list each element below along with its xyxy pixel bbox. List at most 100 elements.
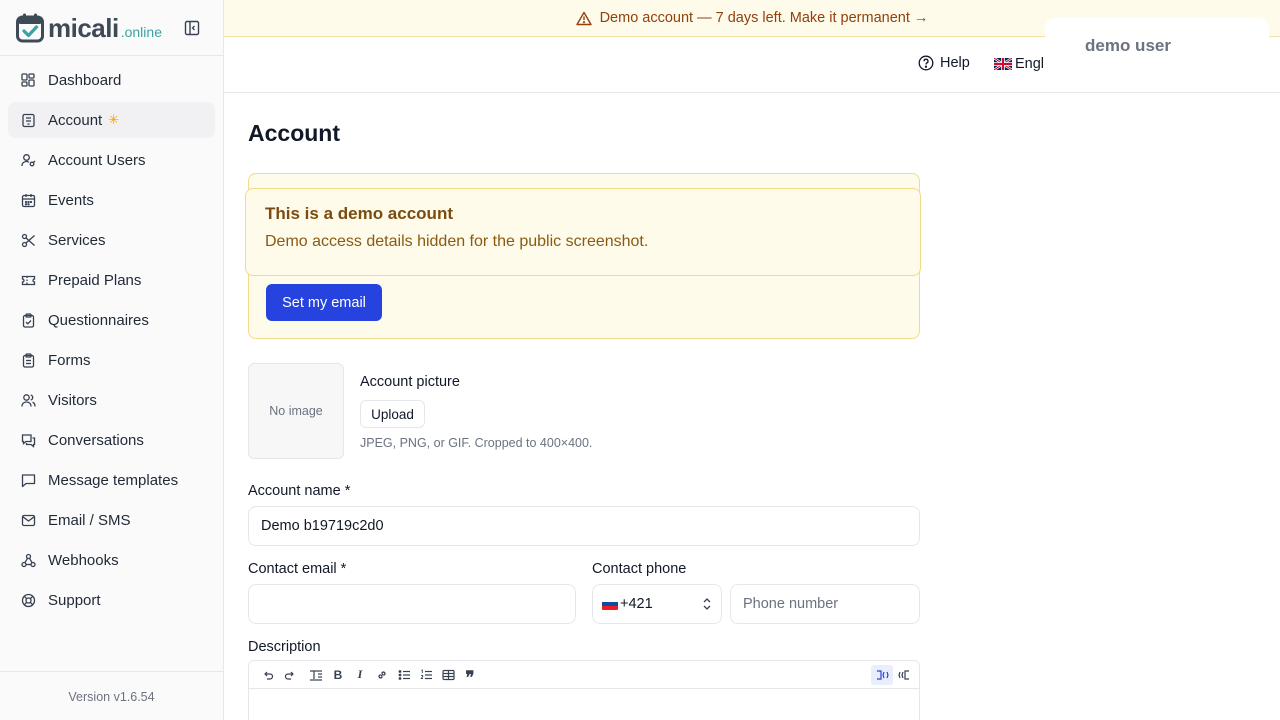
sidebar-item-prepaid-plans[interactable]: Prepaid Plans [8,262,215,298]
help-circle-icon [918,55,934,71]
slovakia-flag-icon [602,598,618,610]
sidebar-item-label: Email / SMS [48,511,131,529]
contact-phone-label: Contact phone [592,561,687,577]
sidebar-item-account[interactable]: Account ✳ [8,102,215,138]
message-square-icon [20,472,36,488]
users-icon [20,392,36,408]
uk-flag-icon [994,58,1012,70]
sidebar-item-label: Visitors [48,391,97,409]
contact-email-input[interactable] [248,584,576,624]
description-editor[interactable]: B I ❞ [248,660,920,720]
sidebar-item-webhooks[interactable]: Webhooks [8,542,215,578]
sidebar-item-visitors[interactable]: Visitors [8,382,215,418]
no-image-placeholder: No image [269,404,323,418]
building-icon [20,112,36,128]
clipboard-check-icon [20,312,36,328]
italic-icon[interactable]: I [349,665,371,685]
dashboard-icon [20,72,36,88]
sidebar-item-label: Conversations [48,431,144,449]
user-name: demo user [1085,36,1171,55]
clear-format-icon[interactable] [305,665,327,685]
sidebar-item-label: Dashboard [48,71,122,89]
link-icon[interactable] [371,665,393,685]
sidebar-item-label: Questionnaires [48,311,149,329]
collapse-sidebar-button[interactable] [181,17,203,39]
sidebar-item-questionnaires[interactable]: Questionnaires [8,302,215,338]
mail-icon [20,512,36,528]
calendar-icon [20,192,36,208]
language-selector[interactable]: Engl [994,56,1044,72]
sidebar-item-email-sms[interactable]: Email / SMS [8,502,215,538]
visual-mode-icon[interactable] [871,665,893,685]
set-my-email-button[interactable]: Set my email [266,284,382,321]
editor-toolbar: B I ❞ [249,661,919,689]
sidebar-item-label: Forms [48,351,91,369]
help-label: Help [940,55,970,71]
bold-icon[interactable]: B [327,665,349,685]
sidebar-item-label: Events [48,191,94,209]
banner-text: Demo account — 7 days left. Make it perm… [599,10,929,26]
sidebar-item-services[interactable]: Services [8,222,215,258]
messages-icon [20,432,36,448]
sidebar-divider [0,55,223,56]
sidebar-item-label: Webhooks [48,551,119,569]
account-picture-preview: No image [248,363,344,459]
account-name-label: Account name * [248,483,351,499]
page-title: Account [248,120,340,146]
panel-left-icon [184,20,200,36]
sidebar-item-label: Account [48,111,103,129]
country-code-select[interactable]: +421 [592,584,722,624]
help-link[interactable]: Help [918,55,970,71]
phone-number-input[interactable] [730,584,920,624]
sidebar-item-forms[interactable]: Forms [8,342,215,378]
lifebuoy-icon [20,592,36,608]
quote-icon[interactable]: ❞ [459,665,481,688]
description-label: Description [248,639,321,655]
scissors-icon [20,232,36,248]
calendar-check-logo-icon [16,13,44,43]
sidebar-item-support[interactable]: Support [8,582,215,618]
chevrons-up-down-icon [703,598,711,610]
app-version: Version v1.6.54 [68,690,155,704]
account-name-input[interactable] [248,506,920,546]
picture-hint: JPEG, PNG, or GIF. Cropped to 400×400. [360,436,593,450]
undo-icon[interactable] [257,665,279,685]
brand-name: micali [48,13,119,43]
brand-tld: .online [120,24,162,40]
warning-triangle-icon [575,11,592,26]
language-label: Engl [1015,56,1045,72]
demo-notice-text: Demo access details hidden for the publi… [265,233,649,250]
sidebar-item-label: Message templates [48,471,179,489]
upload-picture-button[interactable]: Upload [360,400,425,428]
sidebar-item-label: Services [48,231,106,249]
account-picture-label: Account picture [360,374,460,390]
editor-mode-toggle [871,665,915,685]
sidebar-item-message-templates[interactable]: Message templates [8,462,215,498]
source-mode-icon[interactable] [893,665,915,685]
clipboard-list-icon [20,352,36,368]
bullet-list-icon[interactable] [393,665,415,685]
user-key-icon [20,152,36,168]
sidebar-item-dashboard[interactable]: Dashboard [8,62,215,98]
contact-email-label: Contact email * [248,561,347,577]
sidebar: micali .online Dashboard Account ✳ Accou… [0,0,224,720]
unsaved-star-badge: ✳ [108,112,120,127]
sidebar-item-label: Support [48,591,101,609]
sidebar-item-label: Prepaid Plans [48,271,142,289]
sidebar-item-account-users[interactable]: Account Users [8,142,215,178]
demo-notice-title: This is a demo account [265,204,453,223]
sidebar-nav: Dashboard Account ✳ Account Users Events [8,62,215,622]
sidebar-footer-divider [0,671,223,672]
brand-logo-link[interactable]: micali .online [16,12,162,44]
table-icon[interactable] [437,665,459,685]
user-menu-popover[interactable]: demo user [1045,18,1269,80]
ticket-icon [20,272,36,288]
redo-icon[interactable] [279,665,301,685]
webhook-icon [20,552,36,568]
country-code-value: +421 [620,596,653,612]
sidebar-item-conversations[interactable]: Conversations [8,422,215,458]
numbered-list-icon[interactable] [415,665,437,685]
sidebar-item-events[interactable]: Events [8,182,215,218]
sidebar-item-label: Account Users [48,151,146,169]
demo-notice-card: This is a demo account Demo access detai… [245,188,921,276]
